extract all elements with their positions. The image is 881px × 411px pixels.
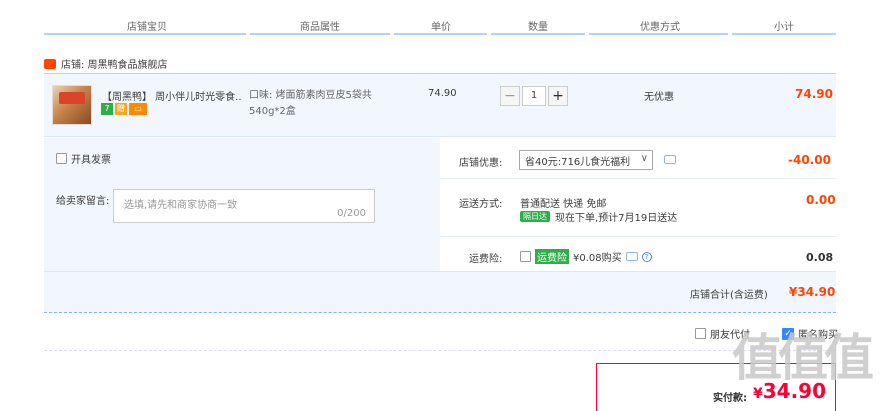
product-property: 口味: 烤面筋素肉豆皮5袋共540g*2盒	[249, 90, 372, 117]
help-icon[interactable]: ?	[641, 251, 652, 262]
item-row	[44, 74, 836, 137]
shipping-label: 运送方式:	[459, 199, 503, 210]
product-badges: 7 赠 ▭	[101, 103, 147, 115]
invoice-label: 开具发票	[71, 155, 111, 166]
insurance-checkbox[interactable]	[520, 251, 531, 262]
col-header-subtotal: 小计	[774, 22, 794, 33]
decrease-button[interactable]: −	[500, 86, 520, 106]
col-header-item: 店铺宝贝	[127, 22, 167, 33]
insurance-option[interactable]: 运费险 ¥0.08购买 ?	[520, 249, 652, 264]
increase-button[interactable]: +	[548, 86, 568, 106]
shop-total-value: ¥34.90	[789, 285, 836, 299]
payment-label: 实付款:	[713, 393, 747, 404]
col-header-property: 商品属性	[300, 22, 340, 33]
col-header-price: 单价	[431, 22, 451, 33]
coupon-value: -40.00	[788, 153, 831, 167]
coupon-select[interactable]: 省40元:716儿食光福利 ∨	[519, 150, 653, 170]
invoice-checkbox[interactable]	[56, 153, 67, 164]
item-subtotal: 74.90	[795, 87, 833, 101]
insurance-tag: 运费险	[535, 249, 569, 264]
shop-total-label: 店铺合计(含运费)	[690, 290, 768, 301]
chat-icon[interactable]	[625, 252, 638, 261]
discount-method: 无优惠	[644, 92, 674, 103]
shop-name-row[interactable]: 店铺: 周黑鸭食品旗舰店	[44, 56, 168, 71]
memo-placeholder: 选填,请先和商家协商一致	[124, 200, 238, 211]
invoice-option[interactable]: 开具发票	[56, 151, 111, 166]
seven-day-return-icon: 7	[101, 103, 113, 115]
chat-icon[interactable]	[664, 155, 676, 164]
shop-name[interactable]: 店铺: 周黑鸭食品旗舰店	[61, 56, 168, 71]
product-thumbnail[interactable]	[52, 85, 92, 125]
row-divider	[440, 178, 836, 179]
shipping-method: 普通配送 快递 免邮	[520, 199, 607, 210]
row-divider	[440, 236, 836, 237]
friend-pay-checkbox[interactable]	[695, 328, 706, 339]
watermark-logo: 值值值	[732, 329, 874, 387]
dashed-divider	[44, 350, 836, 351]
unit-price: 74.90	[428, 88, 457, 99]
header-divider	[44, 33, 836, 35]
coupon-label: 店铺优惠:	[459, 158, 503, 169]
memo-label: 给卖家留言:	[56, 196, 110, 207]
insurance-label: 运费险:	[469, 254, 503, 265]
insurance-value: 0.08	[806, 251, 834, 264]
shipping-note: 现在下单,预计7月19日送达	[555, 213, 678, 224]
col-header-discount: 优惠方式	[640, 22, 680, 33]
coupon-selected-value: 省40元:716儿食光福利	[525, 157, 631, 168]
shipping-value: 0.00	[806, 193, 836, 207]
quantity-input[interactable]: 1	[522, 86, 546, 106]
col-header-quantity: 数量	[528, 22, 548, 33]
card-icon: ▭	[129, 103, 147, 115]
tmall-shop-icon	[44, 58, 56, 69]
chevron-down-icon: ∨	[640, 153, 648, 164]
insurance-price: ¥0.08购买	[573, 253, 622, 264]
product-title[interactable]: 【周黑鸭】 周小伴儿时光零食...	[102, 88, 242, 103]
shipping-eta: 隔日达 现在下单,预计7月19日送达	[520, 209, 677, 224]
quantity-stepper[interactable]: − 1 +	[500, 86, 568, 106]
memo-textarea[interactable]: 选填,请先和商家协商一致 0/200	[113, 189, 375, 223]
gift-icon: 赠	[115, 103, 127, 115]
memo-char-count: 0/200	[337, 208, 366, 219]
next-day-tag: 隔日达	[520, 211, 550, 222]
